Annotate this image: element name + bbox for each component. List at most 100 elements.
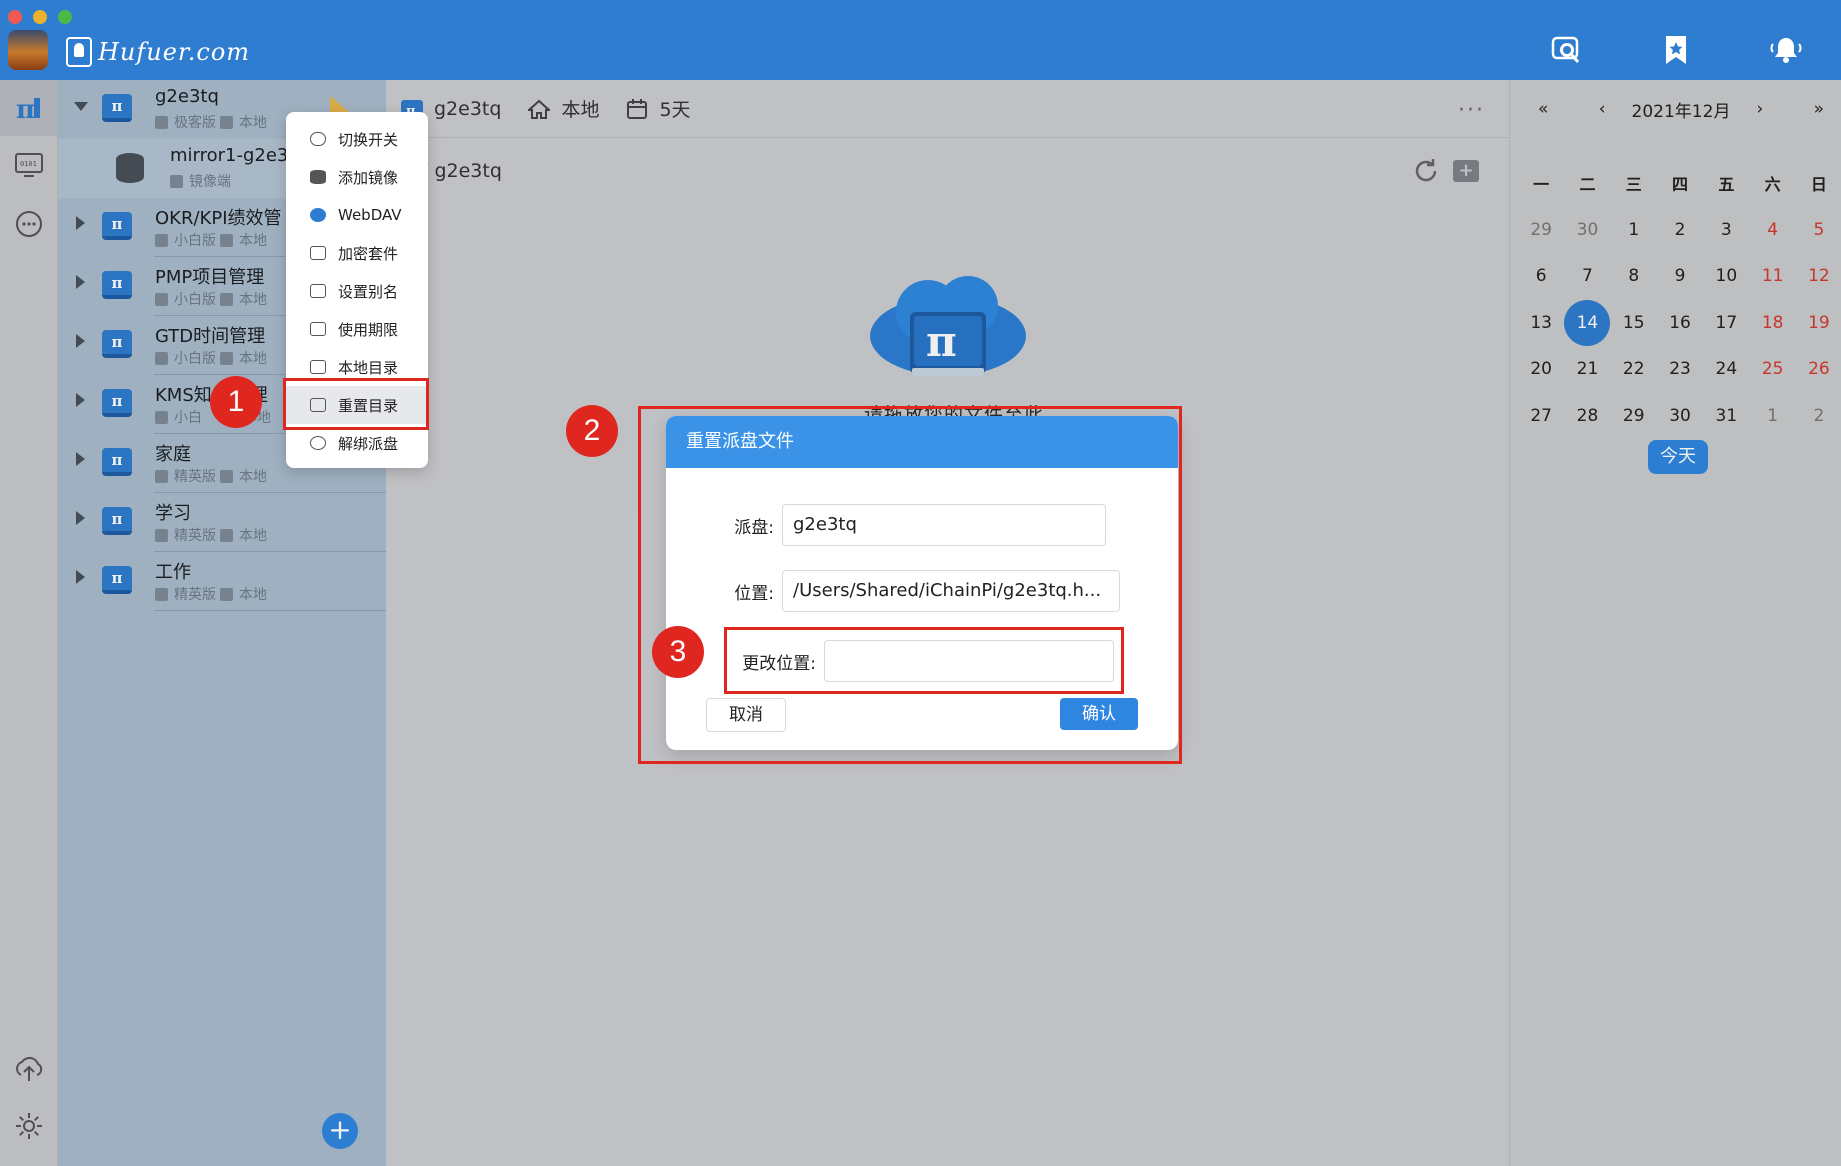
day-cell[interactable]: 28 [1564,406,1610,426]
svg-text:π: π [16,95,35,122]
next-month-button[interactable]: › [1756,99,1763,119]
disk-nav-icon[interactable]: π [0,80,58,136]
disk-row-work[interactable]: π 工作 精英版 本地 [58,552,386,611]
weekday-label: 四 [1672,175,1689,195]
day-cell[interactable]: 8 [1611,266,1657,286]
expand-caret-icon[interactable] [76,452,85,466]
disk-name: 学习 [155,503,191,524]
disk-icon: π [102,448,132,476]
expand-caret-icon[interactable] [76,334,85,348]
crumb-location[interactable]: 本地 [527,95,599,122]
confirm-button[interactable]: 确认 [1060,698,1138,730]
menu-label: WebDAV [338,206,402,224]
menu-item-local-dir[interactable]: 本地目录 [286,348,428,386]
location-field-label: 位置: [734,583,774,604]
menu-item-reset-dir[interactable]: 重置目录 [286,386,428,424]
expand-caret-icon[interactable] [76,216,85,230]
day-cell[interactable]: 3 [1703,220,1749,240]
day-cell[interactable]: 16 [1657,313,1703,333]
day-cell[interactable]: 25 [1749,359,1795,379]
bookmark-star-icon[interactable] [1656,30,1696,70]
settings-gear-icon[interactable] [0,1098,58,1154]
menu-item-toggle[interactable]: 切换开关 [286,120,428,158]
menu-item-encryption[interactable]: 加密套件 [286,234,428,272]
menu-item-expiry[interactable]: 使用期限 [286,310,428,348]
day-cell[interactable]: 17 [1703,313,1749,333]
disk-name-head: KMS知 [155,385,212,406]
menu-item-unbind[interactable]: 解绑派盘 [286,424,428,462]
chat-icon[interactable] [0,196,58,252]
title-bar: Hufuer.com [0,0,1841,80]
change-location-row: 更改位置: [666,640,1114,682]
day-cell[interactable]: 29 [1518,220,1564,240]
menu-item-alias[interactable]: 设置别名 [286,272,428,310]
more-options-button[interactable]: ··· [1458,98,1485,123]
day-cell[interactable]: 7 [1564,266,1610,286]
expand-caret-icon[interactable] [76,275,85,289]
lock-icon [310,246,326,260]
day-cell[interactable]: 4 [1749,220,1795,240]
search-globe-icon[interactable] [1546,30,1586,70]
close-window-button[interactable] [8,10,22,24]
day-cell[interactable]: 26 [1796,359,1841,379]
change-location-input[interactable] [824,640,1114,682]
day-cell[interactable]: 10 [1703,266,1749,286]
prev-year-button[interactable]: « [1538,99,1548,119]
disk-field-row: 派盘: g2e3tq [666,504,1106,546]
minimize-window-button[interactable] [33,10,47,24]
day-cell[interactable]: 30 [1564,220,1610,240]
network-icon[interactable]: 0101 [0,138,58,194]
cloud-logo-icon: π [866,268,1031,388]
day-cell[interactable]: 9 [1657,266,1703,286]
day-cell[interactable]: 21 [1564,359,1610,379]
today-button[interactable]: 今天 [1648,440,1708,474]
zoom-window-button[interactable] [58,10,72,24]
expand-caret-icon[interactable] [76,393,85,407]
cancel-button[interactable]: 取消 [706,698,786,732]
day-cell[interactable]: 20 [1518,359,1564,379]
next-year-button[interactable]: » [1814,99,1824,119]
day-cell[interactable]: 11 [1749,266,1795,286]
collapse-caret-icon[interactable] [74,102,88,111]
day-cell[interactable]: 30 [1657,406,1703,426]
disk-row-study[interactable]: π 学习 精英版 本地 [58,493,386,552]
disk-edition: 小白版 [174,292,216,308]
user-icon [310,208,326,222]
cloud-upload-icon[interactable] [0,1040,58,1096]
day-cell[interactable]: 29 [1611,406,1657,426]
crumb-duration[interactable]: 5天 [625,95,691,122]
week-row: 29 30 1 2 3 4 5 [1518,207,1841,254]
menu-item-webdav[interactable]: WebDAV [286,196,428,234]
day-cell[interactable]: 5 [1796,220,1841,240]
expand-caret-icon[interactable] [76,511,85,525]
day-cell[interactable]: 18 [1749,313,1795,333]
day-cell[interactable]: 2 [1657,220,1703,240]
svg-text:0101: 0101 [20,160,37,168]
today-cell[interactable]: 14 [1564,299,1611,346]
day-cell[interactable]: 27 [1518,406,1564,426]
add-disk-button[interactable]: + [322,1113,358,1149]
bell-icon[interactable] [1766,30,1806,70]
menu-item-add-mirror[interactable]: 添加镜像 [286,158,428,196]
refresh-icon[interactable] [1411,156,1441,186]
day-cell[interactable]: 1 [1611,220,1657,240]
day-cell[interactable]: 23 [1657,359,1703,379]
disk-name: 家庭 [155,444,191,465]
disk-meta: 精英版 本地 [155,525,267,545]
day-cell[interactable]: 31 [1703,406,1749,426]
prev-month-button[interactable]: ‹ [1599,99,1606,119]
new-folder-icon[interactable]: + [1453,160,1479,182]
disk-field[interactable]: g2e3tq [782,504,1106,546]
day-cell[interactable]: 13 [1518,313,1564,333]
day-cell[interactable]: 24 [1703,359,1749,379]
day-cell[interactable]: 22 [1611,359,1657,379]
location-field[interactable]: /Users/Shared/iChainPi/g2e3tq.h... [782,570,1120,612]
home-icon [220,469,233,483]
day-cell[interactable]: 6 [1518,266,1564,286]
day-cell[interactable]: 2 [1796,406,1841,426]
day-cell[interactable]: 15 [1611,313,1657,333]
expand-caret-icon[interactable] [76,570,85,584]
day-cell[interactable]: 12 [1796,266,1841,286]
day-cell[interactable]: 1 [1749,406,1795,426]
day-cell[interactable]: 19 [1796,313,1841,333]
